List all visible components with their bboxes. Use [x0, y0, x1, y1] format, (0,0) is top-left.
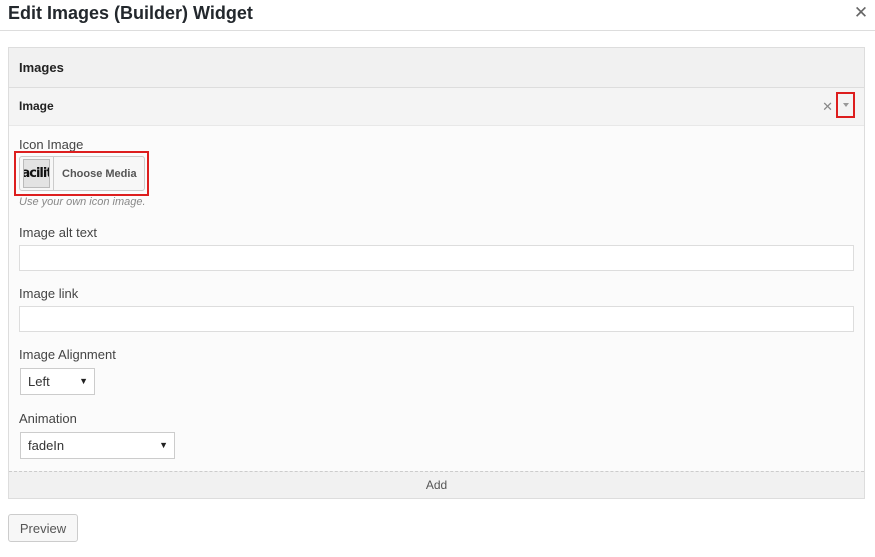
add-item-button[interactable]: Add	[9, 471, 864, 498]
image-item-header[interactable]: Image ✕	[9, 88, 864, 126]
media-separator	[53, 157, 54, 190]
dialog-title-bar: Edit Images (Builder) Widget ✕	[0, 0, 875, 31]
alt-text-input[interactable]	[19, 245, 854, 271]
dropdown-caret-icon: ▼	[79, 376, 88, 386]
image-link-label: Image link	[19, 286, 79, 301]
icon-image-label: Icon Image	[19, 137, 84, 152]
remove-item-icon[interactable]: ✕	[822, 99, 833, 115]
animation-label: Animation	[19, 411, 77, 426]
item-title: Image	[19, 99, 54, 113]
toggle-item-button[interactable]	[836, 92, 855, 118]
image-link-input[interactable]	[19, 306, 854, 332]
media-thumbnail: acilit	[23, 159, 50, 188]
alignment-select[interactable]: Left ▼	[20, 368, 95, 395]
alignment-value: Left	[28, 374, 50, 389]
icon-image-help: Use your own icon image.	[19, 196, 146, 208]
choose-media-label: Choose Media	[62, 167, 137, 180]
images-field-panel: Images Image ✕ Icon Image acilit Choose …	[8, 47, 865, 499]
animation-select[interactable]: fadeIn ▼	[20, 432, 175, 459]
close-icon[interactable]: ✕	[853, 3, 869, 23]
chevron-down-icon	[842, 103, 849, 107]
alignment-label: Image Alignment	[19, 347, 116, 362]
choose-media-button[interactable]: acilit Choose Media	[19, 156, 145, 191]
media-highlight-box: acilit Choose Media	[14, 151, 149, 196]
alt-text-label: Image alt text	[19, 225, 98, 240]
dialog-title: Edit Images (Builder) Widget	[8, 3, 253, 23]
preview-button[interactable]: Preview	[8, 514, 78, 542]
panel-header: Images	[9, 48, 864, 88]
dropdown-caret-icon: ▼	[159, 440, 168, 450]
animation-value: fadeIn	[28, 438, 65, 453]
